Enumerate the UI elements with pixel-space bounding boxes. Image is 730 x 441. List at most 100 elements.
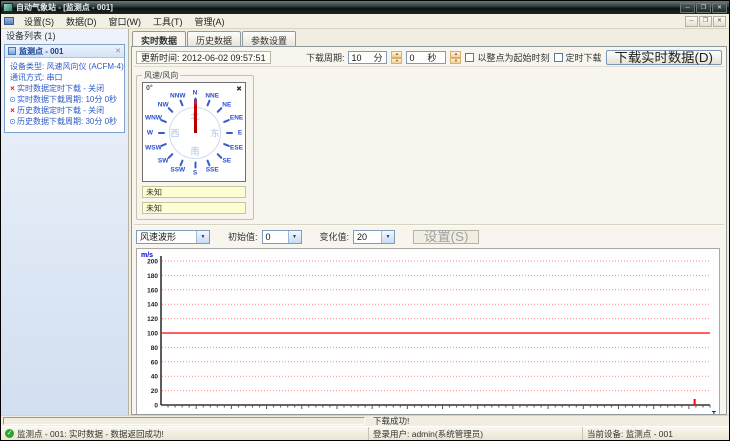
seconds-value[interactable]: 0 bbox=[407, 53, 427, 63]
disabled-x-icon: × bbox=[10, 84, 15, 93]
device-info-text: 历史数据定时下载 - 关闭 bbox=[17, 106, 105, 115]
compass-cn-west: 西 bbox=[170, 128, 180, 139]
main-panel: 实时数据 历史数据 参数设置 更新时间: 2012-06-02 09:57:51 下… bbox=[129, 29, 729, 415]
mdi-close-icon[interactable]: ✕ bbox=[713, 15, 726, 27]
compass-tick bbox=[194, 161, 196, 169]
device-panel[interactable]: 监测点 - 001 ✕ 设备类型: 风速风向仪 (ACFM-4) 通讯方式: 串口… bbox=[4, 44, 125, 133]
compass-tick bbox=[167, 152, 175, 159]
status-result-text: 监测点 - 001: 实时数据 - 数据返回成功! bbox=[17, 428, 164, 439]
compass-direction-SSW: SSW bbox=[170, 166, 186, 174]
device-icon bbox=[8, 47, 16, 55]
device-panel-header[interactable]: 监测点 - 001 ✕ bbox=[5, 45, 124, 58]
compass-direction-NE: NE bbox=[222, 101, 232, 109]
tab-实时数据[interactable]: 实时数据 bbox=[132, 31, 187, 46]
pin-icon[interactable]: ✕ bbox=[115, 47, 121, 55]
disabled-x-icon: × bbox=[10, 106, 15, 115]
menu-item[interactable]: 工具(T) bbox=[147, 14, 189, 29]
minimize-icon[interactable]: ─ bbox=[680, 2, 695, 13]
spin-down-icon[interactable]: ▼ bbox=[450, 57, 462, 64]
device-title: 监测点 - 001 bbox=[19, 46, 64, 56]
device-info-line: × 历史数据定时下载 - 关闭 bbox=[8, 105, 122, 116]
svg-text:140: 140 bbox=[147, 302, 158, 309]
menu-item[interactable]: 窗口(W) bbox=[103, 14, 148, 29]
timer-checkbox-label[interactable]: 定时下载 bbox=[566, 51, 602, 64]
device-sidebar: 设备列表 (1) 监测点 - 001 ✕ 设备类型: 风速风向仪 (ACFM-4… bbox=[1, 29, 129, 415]
compass-cn-east: 东 bbox=[210, 128, 220, 139]
align-checkbox-wrap: 以整点为起始时刻 bbox=[465, 51, 550, 64]
seconds-stepper[interactable]: ▲ ▼ bbox=[450, 51, 462, 64]
wind-speed-field[interactable]: 未知 bbox=[142, 186, 246, 198]
mdi-restore-icon[interactable]: ❐ bbox=[699, 15, 712, 27]
status-segment-user: 登录用户: admin(系统管理员) bbox=[369, 427, 583, 440]
compass-tick bbox=[179, 158, 185, 167]
compass-tick bbox=[215, 107, 223, 114]
align-checkbox-label[interactable]: 以整点为起始时刻 bbox=[477, 51, 549, 64]
menu-bar: 设置(S) 数据(D) 窗口(W) 工具(T) 管理(A) ─ ❐ ✕ bbox=[1, 14, 729, 29]
menu-item[interactable]: 设置(S) bbox=[18, 14, 60, 29]
initial-value-select[interactable]: 0 ▼ bbox=[261, 229, 302, 244]
window-title: 自动气象站 - [监测点 - 001] bbox=[16, 3, 113, 12]
device-info-line: ⊙ 历史数据下载周期: 30分 0秒 bbox=[8, 116, 122, 127]
wind-direction-field[interactable]: 未知 bbox=[142, 202, 246, 214]
minutes-stepper[interactable]: ▲ ▼ bbox=[391, 51, 403, 64]
device-info-line: ⊙ 实时数据下载周期: 10分 0秒 bbox=[8, 94, 122, 105]
chevron-down-icon[interactable]: ▼ bbox=[196, 230, 209, 243]
chevron-down-icon[interactable]: ▼ bbox=[287, 230, 301, 243]
chart-canvas: 020406080100120140160180200m/sT bbox=[141, 252, 717, 414]
mdi-minimize-icon[interactable]: ─ bbox=[685, 15, 698, 27]
period-label: 下载周期: bbox=[305, 53, 345, 63]
change-value-label: 变化值: bbox=[319, 232, 350, 242]
compass-direction-SE: SE bbox=[222, 157, 232, 165]
tab-参数设置[interactable]: 参数设置 bbox=[242, 31, 297, 46]
compass-tick bbox=[215, 152, 223, 159]
title-bar: 自动气象站 - [监测点 - 001] ─ ❐ ✕ bbox=[1, 1, 729, 14]
seconds-field[interactable]: 0 秒 bbox=[406, 51, 447, 64]
change-value-select[interactable]: 20 ▼ bbox=[353, 229, 396, 244]
device-info-text: 历史数据下载周期: 30分 0秒 bbox=[17, 117, 118, 126]
close-icon[interactable]: ✕ bbox=[712, 2, 727, 13]
settings-button[interactable]: 设置(S) bbox=[413, 229, 480, 244]
update-time: 更新时间: 2012-06-02 09:57:51 bbox=[136, 51, 271, 64]
compass-tick bbox=[225, 132, 233, 134]
minutes-value[interactable]: 10 bbox=[349, 53, 373, 63]
chevron-down-icon[interactable]: ▼ bbox=[381, 230, 395, 243]
seconds-unit: 秒 bbox=[427, 53, 437, 63]
svg-text:120: 120 bbox=[147, 316, 158, 323]
compass-tick bbox=[159, 118, 168, 124]
download-realtime-button[interactable]: 下载实时数据(D) bbox=[605, 50, 722, 65]
compass-tick bbox=[205, 158, 211, 167]
compass-direction-S: S bbox=[192, 169, 198, 177]
download-controls: 下载周期: 10 分 ▲ ▼ 0 秒 ▲ ▼ 以整点为起始时刻 定时下载 下载实… bbox=[306, 50, 722, 65]
svg-text:200: 200 bbox=[147, 259, 158, 266]
waveform-select-value: 风速波形 bbox=[140, 232, 177, 242]
device-info-line: × 实时数据定时下载 - 关闭 bbox=[8, 83, 122, 94]
spin-down-icon[interactable]: ▼ bbox=[391, 57, 403, 64]
status-segment-device: 当前设备: 监测点 - 001 bbox=[587, 428, 673, 439]
compass-direction-ENE: ENE bbox=[229, 114, 244, 122]
compass-tick bbox=[157, 132, 165, 134]
tab-历史数据[interactable]: 历史数据 bbox=[187, 31, 242, 46]
initial-value: 0 bbox=[265, 231, 271, 242]
minutes-field[interactable]: 10 分 bbox=[348, 51, 388, 64]
initial-value-label: 初始值: bbox=[228, 232, 258, 242]
svg-text:40: 40 bbox=[151, 374, 159, 381]
waveform-select[interactable]: 风速波形 ▼ bbox=[136, 229, 210, 244]
mdi-child-icon bbox=[4, 17, 14, 25]
menu-item[interactable]: 管理(A) bbox=[189, 14, 231, 29]
compass-tick bbox=[167, 107, 175, 114]
compass-tick bbox=[194, 97, 196, 105]
compass-direction-NNE: NNE bbox=[205, 92, 220, 100]
align-checkbox[interactable] bbox=[465, 53, 475, 62]
maximize-icon[interactable]: ❐ bbox=[696, 2, 711, 13]
compass-corner-icon: ✖ bbox=[236, 86, 242, 93]
compass-direction-W: W bbox=[146, 129, 154, 137]
timer-checkbox[interactable] bbox=[553, 53, 563, 62]
status-segment-result: ✓ 监测点 - 001: 实时数据 - 数据返回成功! bbox=[1, 427, 369, 440]
svg-text:180: 180 bbox=[147, 273, 158, 280]
timer-checkbox-wrap: 定时下载 bbox=[553, 51, 602, 64]
compass-tick bbox=[222, 118, 231, 124]
menu-item[interactable]: 数据(D) bbox=[60, 14, 103, 29]
compass-tick bbox=[205, 99, 211, 108]
compass-tick bbox=[222, 142, 231, 148]
compass-direction-SW: SW bbox=[157, 157, 169, 165]
